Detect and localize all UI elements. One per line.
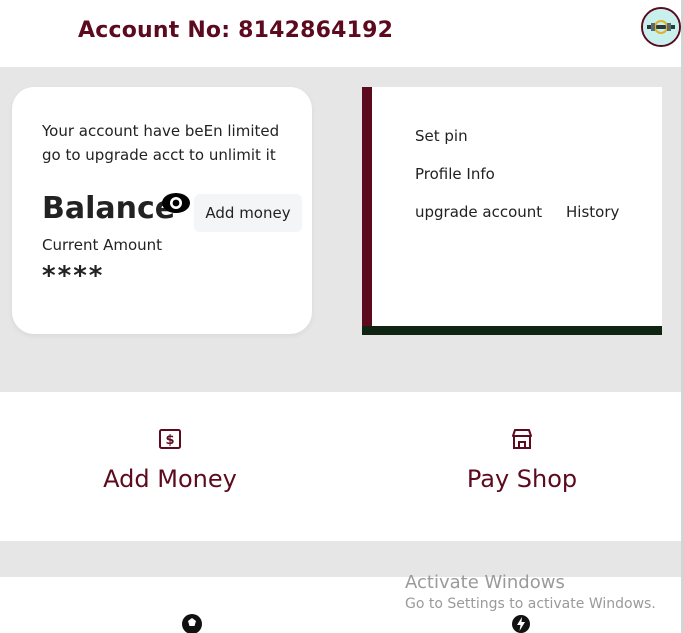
- pay-shop-label: Pay Shop: [466, 465, 578, 493]
- dollar-icon: $: [159, 429, 181, 449]
- history-link[interactable]: History: [566, 203, 619, 221]
- svg-text:$: $: [165, 433, 174, 448]
- balance-amount-masked: ****: [42, 261, 105, 291]
- upgrade-account-link[interactable]: upgrade account: [415, 203, 542, 221]
- balance-card: Your account have beEn limited go to upg…: [12, 87, 312, 334]
- current-amount-label: Current Amount: [42, 236, 163, 254]
- store-icon: [512, 429, 532, 449]
- profile-logo-icon: [643, 9, 679, 45]
- eye-icon[interactable]: [161, 192, 191, 214]
- add-money-button[interactable]: Add money: [194, 194, 302, 232]
- menu-card-accent-bar: [362, 326, 662, 335]
- pay-shop-action[interactable]: Pay Shop: [412, 427, 632, 493]
- add-money-action[interactable]: $ Add Money: [60, 427, 280, 493]
- top-bar: Account No: 8142864192: [0, 0, 684, 67]
- quick-actions: $ Add Money Pay Shop: [0, 392, 681, 541]
- set-pin-link[interactable]: Set pin: [415, 127, 468, 145]
- secondary-actions: [0, 577, 681, 633]
- account-menu-card: Set pin Profile Info upgrade account His…: [362, 87, 662, 335]
- balance-heading: Balance: [42, 191, 176, 226]
- limit-message: Your account have beEn limited go to upg…: [42, 122, 280, 164]
- profile-info-link[interactable]: Profile Info: [415, 165, 495, 183]
- soccer-ball-icon[interactable]: [181, 613, 203, 633]
- account-number: Account No: 8142864192: [78, 18, 394, 43]
- add-money-label: Add Money: [103, 465, 237, 493]
- lightning-icon[interactable]: [510, 613, 532, 633]
- profile-avatar[interactable]: [641, 7, 681, 47]
